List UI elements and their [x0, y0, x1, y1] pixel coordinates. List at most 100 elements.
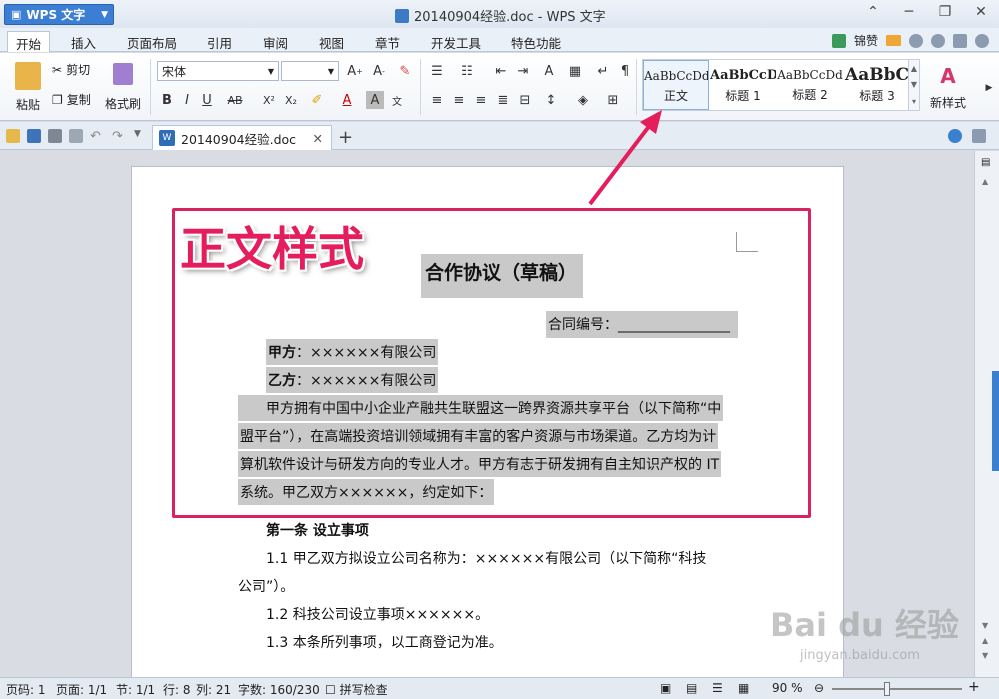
skin-icon[interactable]: [953, 33, 967, 48]
settings-icon[interactable]: [975, 33, 989, 48]
phonetic-guide-icon[interactable]: 文: [388, 91, 406, 109]
chevron-right-icon[interactable]: ▶: [980, 79, 998, 97]
zoom-out-icon[interactable]: ⊖: [814, 681, 824, 695]
clause-line[interactable]: 1.3 本条所列事项，以工商登记为准。: [266, 632, 503, 652]
zoom-level[interactable]: 90 %: [772, 681, 803, 695]
tab-references[interactable]: 引用: [207, 31, 232, 52]
article-heading[interactable]: 第一条 设立事项: [266, 520, 369, 540]
print-preview-icon[interactable]: [69, 129, 83, 143]
align-left-icon[interactable]: ≡: [428, 91, 446, 109]
open-icon[interactable]: [6, 129, 20, 143]
next-page-icon[interactable]: ▼: [982, 651, 988, 660]
subscript-icon[interactable]: X₂: [282, 91, 300, 109]
strikethrough-icon[interactable]: AB: [226, 91, 244, 109]
bold-icon[interactable]: B: [158, 91, 176, 109]
minimize-icon[interactable]: ─: [899, 4, 919, 20]
style-normal[interactable]: AaBbCcDd 正文: [643, 60, 709, 110]
page-view-icon[interactable]: ▤: [686, 681, 697, 695]
show-marks-icon[interactable]: ¶: [616, 62, 634, 80]
side-panel-tab[interactable]: [992, 410, 999, 440]
close-icon[interactable]: ✕: [971, 4, 991, 20]
copy-button[interactable]: ❐ 复制: [52, 91, 91, 108]
new-style-button[interactable]: A 新样式: [928, 59, 968, 115]
zoom-in-icon[interactable]: +: [968, 679, 980, 695]
sidebar-toggle-icon[interactable]: [972, 129, 986, 143]
tab-home[interactable]: 开始: [7, 31, 51, 52]
undo-icon[interactable]: ↶: [90, 129, 104, 144]
save-icon[interactable]: [27, 129, 41, 143]
style-heading-1[interactable]: AaBbCcDd 标题 1: [710, 60, 776, 110]
previous-page-icon[interactable]: ▲: [982, 636, 988, 645]
style-heading-3[interactable]: AaBbC 标题 3: [844, 60, 910, 110]
tab-page-layout[interactable]: 页面布局: [127, 31, 177, 52]
status-word-count[interactable]: 字数: 160/230: [238, 681, 320, 698]
help-icon[interactable]: [909, 33, 923, 48]
praise-icon[interactable]: [831, 33, 846, 48]
tab-view[interactable]: 视图: [319, 31, 344, 52]
style-heading-2[interactable]: AaBbCcDd 标题 2: [777, 60, 843, 110]
document-tab[interactable]: W 20140904经验.doc ✕: [152, 125, 332, 150]
clause-line[interactable]: 公司”）。: [238, 576, 294, 596]
close-tab-icon[interactable]: ✕: [313, 131, 323, 146]
clause-line[interactable]: 1.1 甲乙双方拟设立公司名称为：××××××有限公司（以下简称“科技: [266, 548, 706, 568]
paste-button[interactable]: 粘贴: [8, 59, 48, 115]
mail-icon[interactable]: [886, 35, 901, 46]
justify-icon[interactable]: ≣: [494, 91, 512, 109]
distribute-icon[interactable]: ⊟: [516, 91, 534, 109]
customize-toolbar-icon[interactable]: ▼: [134, 129, 148, 143]
font-size-select[interactable]: ▼: [281, 61, 339, 81]
print-icon[interactable]: [48, 129, 62, 143]
zoom-slider-track[interactable]: [832, 688, 962, 690]
tab-insert[interactable]: 插入: [71, 31, 96, 52]
fullscreen-icon[interactable]: ▣: [660, 681, 671, 695]
more-icon[interactable]: ▾: [912, 97, 916, 106]
refresh-icon[interactable]: [931, 33, 945, 48]
clause-line[interactable]: 1.2 科技公司设立事项××××××。: [266, 604, 489, 624]
italic-icon[interactable]: I: [178, 91, 196, 109]
text-direction-icon[interactable]: A: [540, 62, 558, 80]
format-painter-button[interactable]: 格式刷: [104, 59, 142, 115]
style-gallery-scroll[interactable]: ▲ ▼ ▾: [908, 59, 920, 111]
increase-indent-icon[interactable]: ⇥: [514, 62, 532, 80]
redo-icon[interactable]: ↷: [112, 129, 126, 144]
underline-icon[interactable]: U: [198, 91, 216, 109]
tab-developer[interactable]: 开发工具: [431, 31, 481, 52]
app-menu-button[interactable]: ▣ WPS 文字 ▼: [4, 4, 114, 25]
numbering-icon[interactable]: ☷: [458, 62, 476, 80]
clear-format-icon[interactable]: ✎: [396, 62, 414, 80]
chevron-down-icon[interactable]: ▼: [982, 621, 988, 630]
line-break-icon[interactable]: ↵: [594, 62, 612, 80]
new-tab-icon[interactable]: +: [338, 127, 353, 148]
font-name-select[interactable]: 宋体 ▼: [157, 61, 279, 81]
superscript-icon[interactable]: X²: [260, 91, 278, 109]
spell-check-toggle[interactable]: ☐ 拼写检查: [325, 681, 388, 698]
font-color-icon[interactable]: A: [338, 91, 356, 109]
tab-chapter[interactable]: 章节: [375, 31, 400, 52]
table-icon[interactable]: ▦: [566, 62, 584, 80]
maximize-icon[interactable]: ❐: [935, 4, 955, 20]
tab-special[interactable]: 特色功能: [511, 31, 561, 52]
align-right-icon[interactable]: ≡: [472, 91, 490, 109]
web-view-icon[interactable]: ▦: [738, 681, 749, 695]
chevron-down-icon[interactable]: ▼: [911, 80, 917, 89]
bullets-icon[interactable]: ☰: [428, 62, 446, 80]
split-view-icon[interactable]: ▤: [981, 157, 990, 168]
minimize-ribbon-icon[interactable]: ⌃: [863, 4, 883, 20]
grow-font-icon[interactable]: A +: [346, 62, 364, 80]
line-spacing-icon[interactable]: ↕: [542, 91, 560, 109]
shrink-font-icon[interactable]: A-: [370, 62, 388, 80]
highlight-icon[interactable]: ✐: [308, 91, 326, 109]
align-center-icon[interactable]: ≡: [450, 91, 468, 109]
chevron-up-icon[interactable]: ▲: [911, 64, 917, 73]
cloud-icon[interactable]: [948, 129, 962, 143]
outline-view-icon[interactable]: ☰: [712, 681, 723, 695]
cut-button[interactable]: ✂ 剪切: [52, 61, 90, 78]
shading-icon[interactable]: ◈: [574, 91, 592, 109]
praise-label[interactable]: 锦赞: [854, 32, 878, 49]
chevron-up-icon[interactable]: ▲: [982, 177, 988, 186]
decrease-indent-icon[interactable]: ⇤: [492, 62, 510, 80]
borders-icon[interactable]: ⊞: [604, 91, 622, 109]
zoom-slider-handle[interactable]: [884, 682, 890, 696]
char-shading-icon[interactable]: A: [366, 91, 384, 109]
tab-review[interactable]: 审阅: [263, 31, 288, 52]
